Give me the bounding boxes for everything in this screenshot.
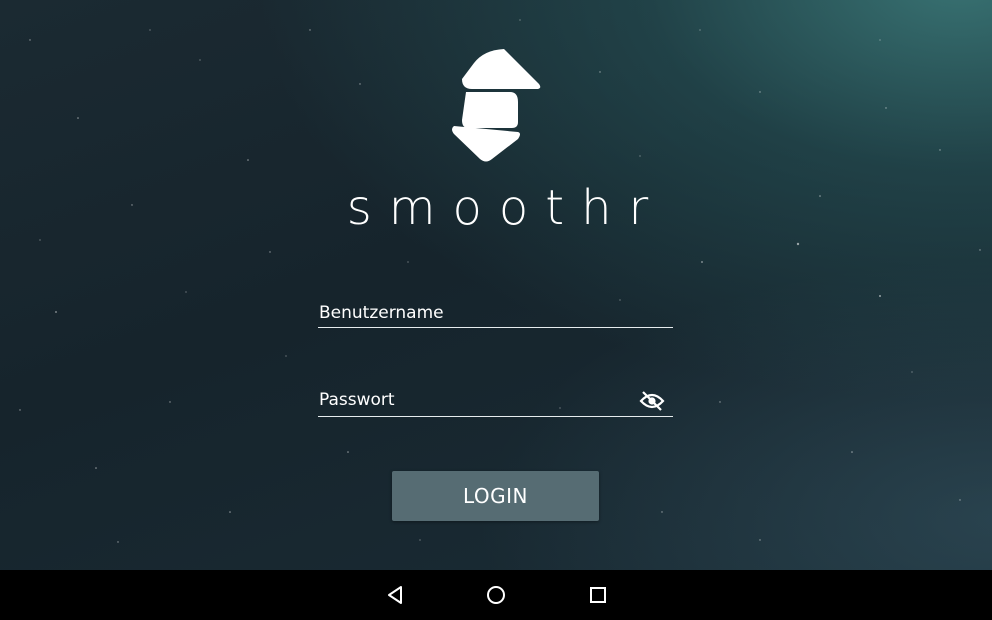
password-placeholder: Passwort <box>319 390 395 410</box>
recents-square-icon[interactable] <box>586 583 610 607</box>
back-triangle-icon[interactable] <box>384 583 408 607</box>
login-screen: smoothr Benutzername Passwort LOGIN <box>0 0 992 570</box>
android-navigation-bar <box>0 570 992 620</box>
home-circle-icon[interactable] <box>484 583 508 607</box>
brand-wordmark: smoothr <box>346 180 666 236</box>
login-button[interactable]: LOGIN <box>392 471 599 521</box>
password-field[interactable]: Passwort <box>318 387 673 417</box>
smoothr-logo-icon <box>452 49 541 162</box>
eye-off-icon[interactable] <box>639 389 665 413</box>
username-field[interactable]: Benutzername <box>318 300 673 328</box>
username-placeholder: Benutzername <box>319 303 444 323</box>
